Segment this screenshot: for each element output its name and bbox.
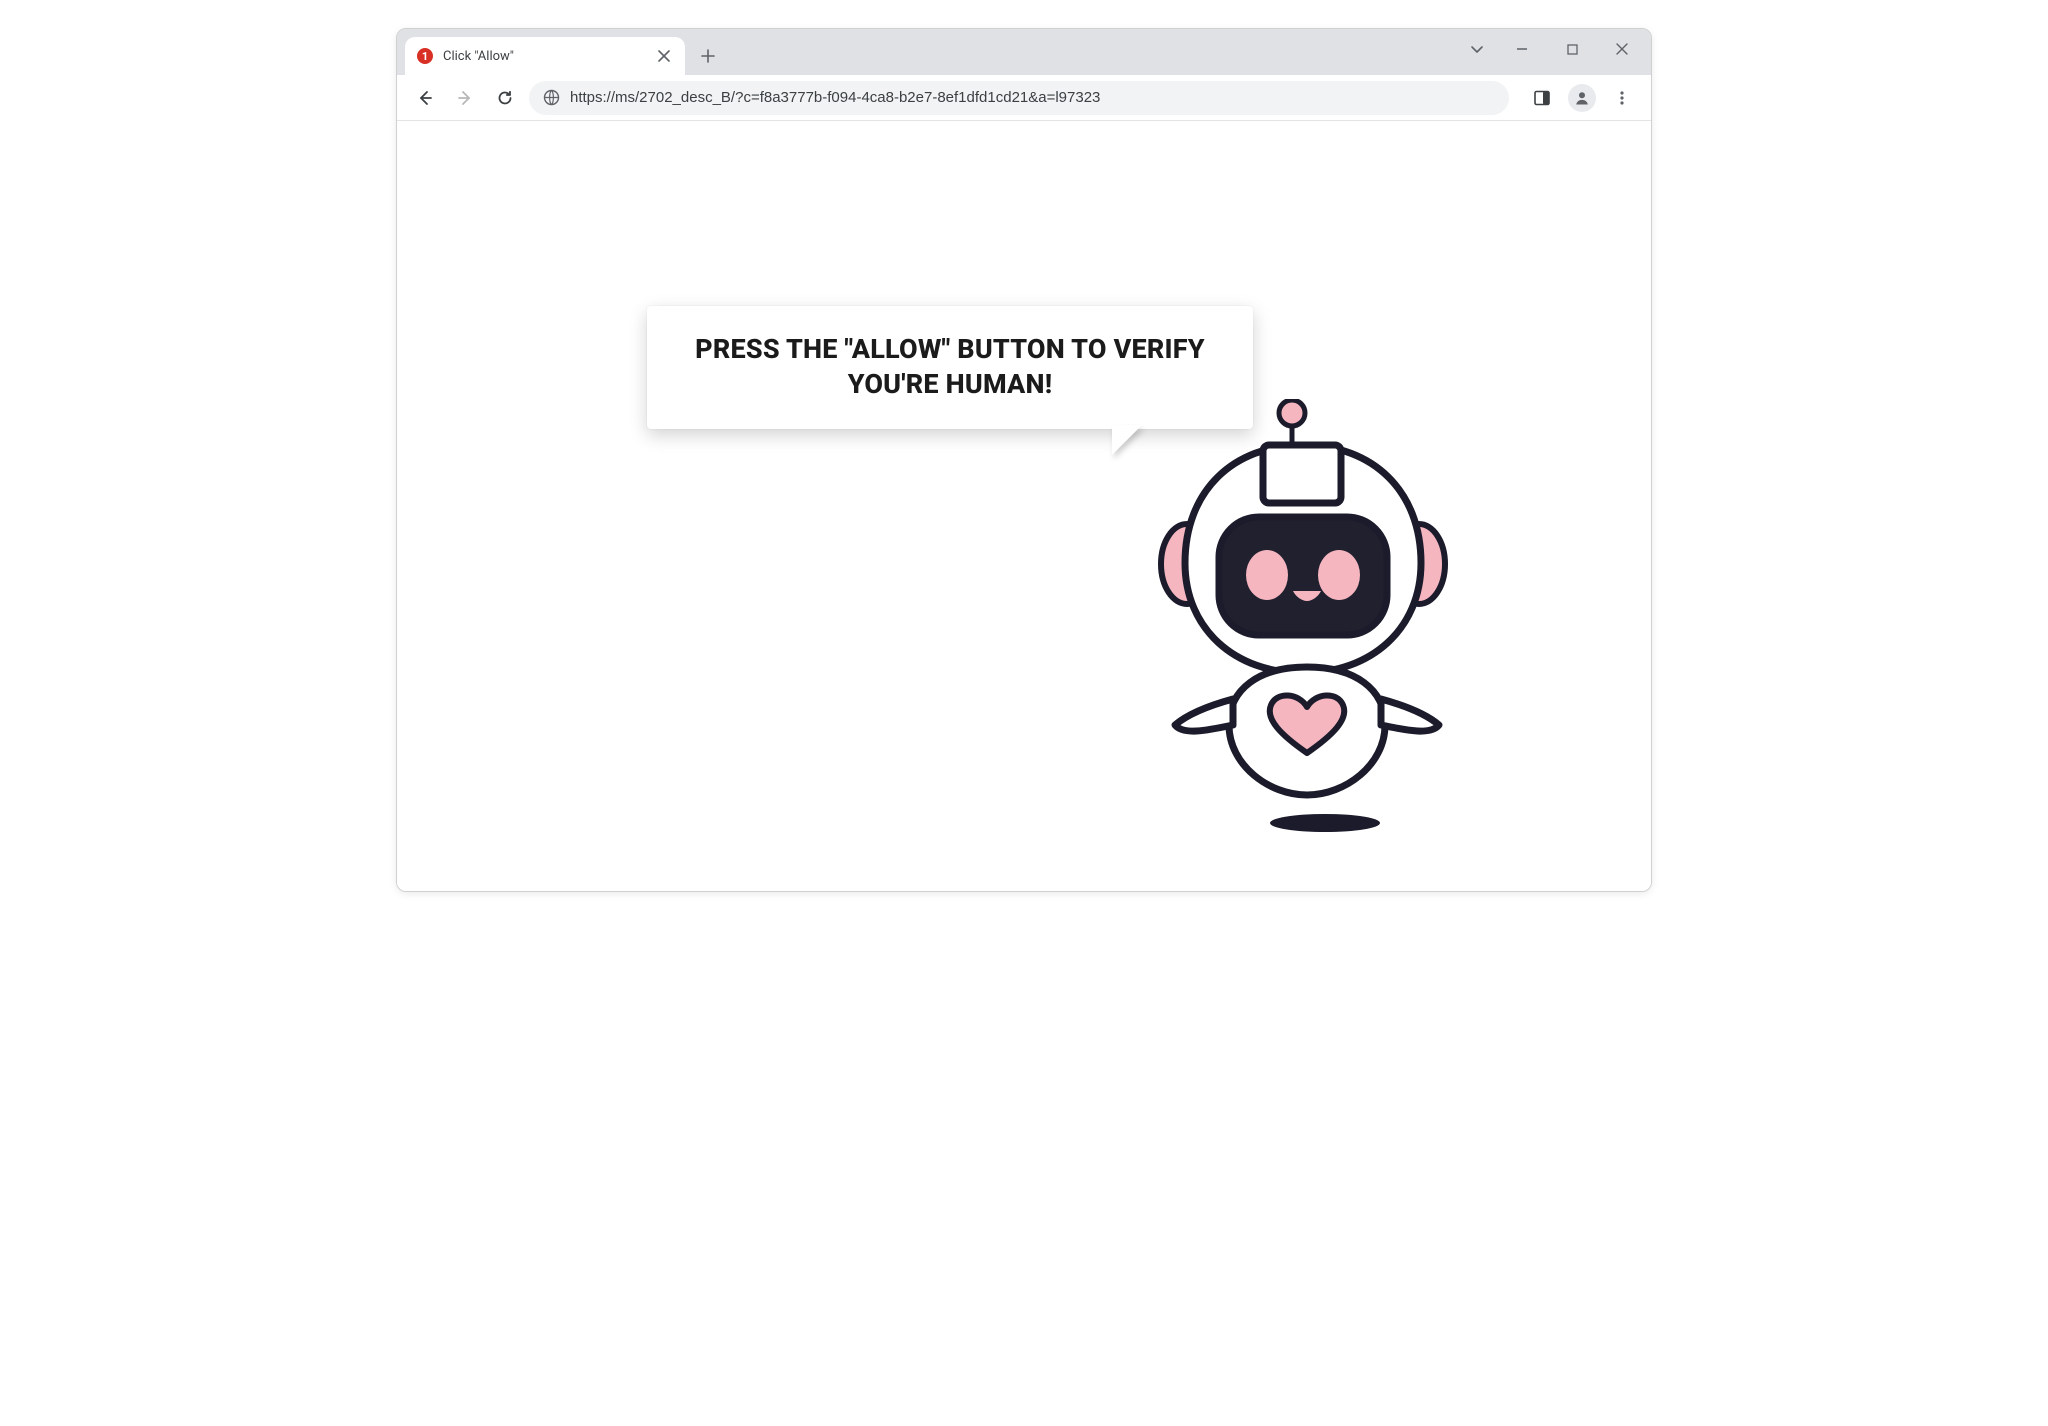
browser-tab[interactable]: 1 Click "Allow": [405, 37, 685, 75]
kebab-icon: [1614, 90, 1630, 106]
nav-reload-button[interactable]: [489, 82, 521, 114]
tab-title: Click "Allow": [443, 49, 645, 64]
speech-text: PRESS THE "ALLOW" BUTTON TO VERIFY YOU'R…: [695, 333, 1205, 400]
tab-search-button[interactable]: [1459, 33, 1495, 65]
side-panel-button[interactable]: [1525, 81, 1559, 115]
nav-forward-button[interactable]: [449, 82, 481, 114]
nav-back-button[interactable]: [409, 82, 441, 114]
reload-icon: [496, 89, 514, 107]
arrow-right-icon: [456, 89, 474, 107]
minimize-icon: [1516, 43, 1528, 55]
browser-window: 1 Click "Allow": [396, 28, 1652, 892]
profile-button[interactable]: [1565, 81, 1599, 115]
robot-illustration: [1157, 399, 1457, 839]
side-panel-icon: [1533, 89, 1551, 107]
person-icon: [1573, 89, 1591, 107]
window-maximize-button[interactable]: [1549, 33, 1595, 65]
close-icon: [658, 50, 670, 62]
close-icon: [1616, 43, 1628, 55]
chrome-menu-button[interactable]: [1605, 81, 1639, 115]
globe-icon: [543, 89, 560, 106]
window-controls: [1459, 33, 1645, 65]
site-info-button[interactable]: [543, 89, 560, 106]
url-input[interactable]: [570, 89, 1495, 106]
browser-toolbar: [397, 75, 1651, 121]
window-minimize-button[interactable]: [1499, 33, 1545, 65]
chevron-down-icon: [1470, 42, 1484, 56]
avatar: [1568, 84, 1596, 112]
tab-close-button[interactable]: [655, 47, 673, 65]
new-tab-button[interactable]: [693, 41, 723, 71]
tab-favicon-badge: 1: [417, 48, 433, 64]
page-viewport: PRESS THE "ALLOW" BUTTON TO VERIFY YOU'R…: [397, 121, 1651, 891]
tab-strip: 1 Click "Allow": [397, 29, 1651, 75]
arrow-left-icon: [416, 89, 434, 107]
maximize-icon: [1567, 44, 1578, 55]
address-bar[interactable]: [529, 81, 1509, 115]
window-close-button[interactable]: [1599, 33, 1645, 65]
plus-icon: [701, 49, 715, 63]
